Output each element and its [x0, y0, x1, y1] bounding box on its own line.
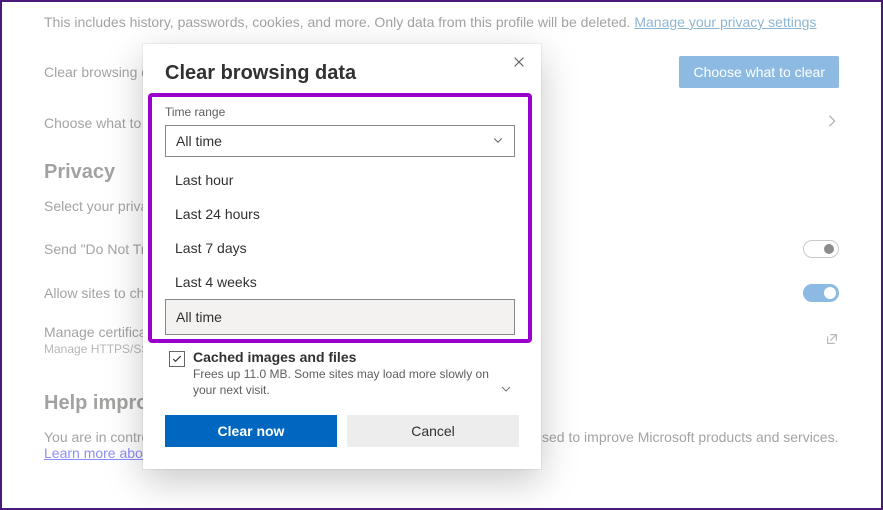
time-range-selected: All time — [176, 133, 222, 149]
time-range-options: Last hourLast 24 hoursLast 7 daysLast 4 … — [165, 163, 515, 335]
time-range-option[interactable]: All time — [165, 299, 515, 335]
cached-subtext: Frees up 11.0 MB. Some sites may load mo… — [193, 367, 493, 397]
time-range-option[interactable]: Last 7 days — [165, 231, 515, 265]
choose-what-to-clear-button[interactable]: Choose what to clear — [679, 56, 839, 88]
manage-privacy-link[interactable]: Manage your privacy settings — [634, 14, 816, 30]
time-range-label: Time range — [165, 105, 515, 119]
clear-now-button[interactable]: Clear now — [165, 415, 337, 447]
allow-sites-toggle[interactable] — [803, 284, 839, 302]
cached-checkbox[interactable] — [169, 351, 185, 367]
time-range-select[interactable]: All time — [165, 125, 515, 157]
time-range-option[interactable]: Last hour — [165, 163, 515, 197]
privacy-info-text: This includes history, passwords, cookie… — [44, 14, 839, 30]
cancel-button[interactable]: Cancel — [347, 415, 519, 447]
chevron-down-icon — [492, 133, 504, 149]
time-range-highlight: Time range All time Last hourLast 24 hou… — [148, 93, 532, 343]
scroll-down-button[interactable] — [501, 381, 515, 397]
clear-browsing-data-dialog: Clear browsing data Time range All time … — [143, 44, 541, 469]
cached-title: Cached images and files — [193, 349, 493, 365]
chevron-right-icon — [825, 114, 839, 131]
dialog-title: Clear browsing data — [165, 62, 519, 85]
dnt-toggle[interactable] — [803, 240, 839, 258]
time-range-option[interactable]: Last 24 hours — [165, 197, 515, 231]
time-range-option[interactable]: Last 4 weeks — [165, 265, 515, 299]
external-link-icon — [825, 332, 839, 349]
close-button[interactable] — [509, 52, 529, 72]
